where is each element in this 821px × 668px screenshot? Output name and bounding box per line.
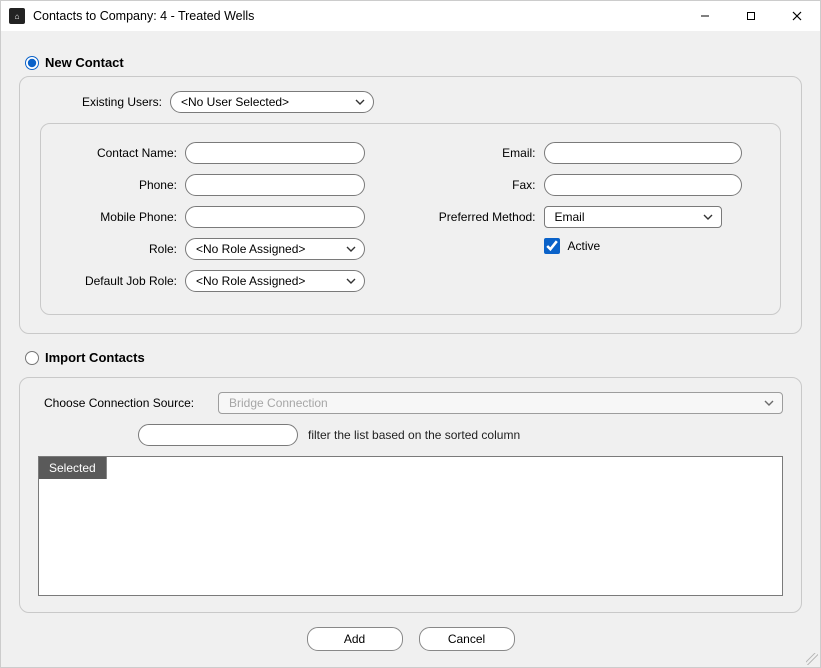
fax-label: Fax: bbox=[404, 178, 544, 192]
email-input[interactable] bbox=[544, 142, 742, 164]
minimize-button[interactable] bbox=[682, 1, 728, 31]
mode-new-contact-label[interactable]: New Contact bbox=[45, 55, 124, 70]
dialog-button-row: Add Cancel bbox=[19, 613, 802, 657]
filter-hint: filter the list based on the sorted colu… bbox=[308, 428, 520, 442]
add-button[interactable]: Add bbox=[307, 627, 403, 651]
active-checkbox[interactable] bbox=[544, 238, 560, 254]
mode-new-contact-row: New Contact bbox=[25, 55, 802, 70]
maximize-button[interactable] bbox=[728, 1, 774, 31]
filter-input[interactable] bbox=[138, 424, 298, 446]
contact-name-label: Contact Name: bbox=[55, 146, 185, 160]
cancel-button[interactable]: Cancel bbox=[419, 627, 515, 651]
mobile-phone-label: Mobile Phone: bbox=[55, 210, 185, 224]
minimize-icon bbox=[700, 11, 710, 21]
resize-grip-icon[interactable] bbox=[806, 653, 818, 665]
maximize-icon bbox=[746, 11, 756, 21]
app-icon: ⌂ bbox=[9, 8, 25, 24]
existing-users-row: Existing Users: <No User Selected> bbox=[40, 91, 781, 113]
default-job-role-label: Default Job Role: bbox=[55, 274, 185, 288]
existing-users-select[interactable]: <No User Selected> bbox=[170, 91, 374, 113]
role-label: Role: bbox=[55, 242, 185, 256]
role-select[interactable]: <No Role Assigned> bbox=[185, 238, 365, 260]
default-job-role-select[interactable]: <No Role Assigned> bbox=[185, 270, 365, 292]
window-title: Contacts to Company: 4 - Treated Wells bbox=[33, 9, 254, 23]
import-contacts-group: Choose Connection Source: Bridge Connect… bbox=[19, 377, 802, 613]
close-button[interactable] bbox=[774, 1, 820, 31]
mode-import-contacts-radio[interactable] bbox=[25, 351, 39, 365]
contact-fields-group: Contact Name: Phone: Mobile Phone: Role: bbox=[40, 123, 781, 315]
phone-label: Phone: bbox=[55, 178, 185, 192]
preferred-method-select[interactable]: Email bbox=[544, 206, 722, 228]
email-label: Email: bbox=[404, 146, 544, 160]
mode-import-contacts-label[interactable]: Import Contacts bbox=[45, 350, 145, 365]
connection-source-select[interactable]: Bridge Connection bbox=[218, 392, 783, 414]
import-grid[interactable]: Selected bbox=[38, 456, 783, 596]
mode-new-contact-radio[interactable] bbox=[25, 56, 39, 70]
fax-input[interactable] bbox=[544, 174, 742, 196]
fields-right-column: Email: Fax: Preferred Method: Email bbox=[404, 142, 753, 292]
active-checkbox-wrap: Active bbox=[544, 238, 601, 254]
grid-header-selected[interactable]: Selected bbox=[39, 457, 107, 479]
titlebar: ⌂ Contacts to Company: 4 - Treated Wells bbox=[1, 1, 820, 31]
client-area: New Contact Existing Users: <No User Sel… bbox=[1, 31, 820, 667]
mode-import-contacts-row: Import Contacts bbox=[25, 350, 802, 365]
close-icon bbox=[792, 11, 802, 21]
active-label: Active bbox=[568, 239, 601, 253]
contact-name-input[interactable] bbox=[185, 142, 365, 164]
fields-left-column: Contact Name: Phone: Mobile Phone: Role: bbox=[55, 142, 404, 292]
new-contact-group: Existing Users: <No User Selected> Conta… bbox=[19, 76, 802, 334]
mobile-phone-input[interactable] bbox=[185, 206, 365, 228]
phone-input[interactable] bbox=[185, 174, 365, 196]
preferred-method-label: Preferred Method: bbox=[404, 210, 544, 224]
connection-source-label: Choose Connection Source: bbox=[38, 396, 218, 410]
existing-users-label: Existing Users: bbox=[40, 95, 170, 109]
